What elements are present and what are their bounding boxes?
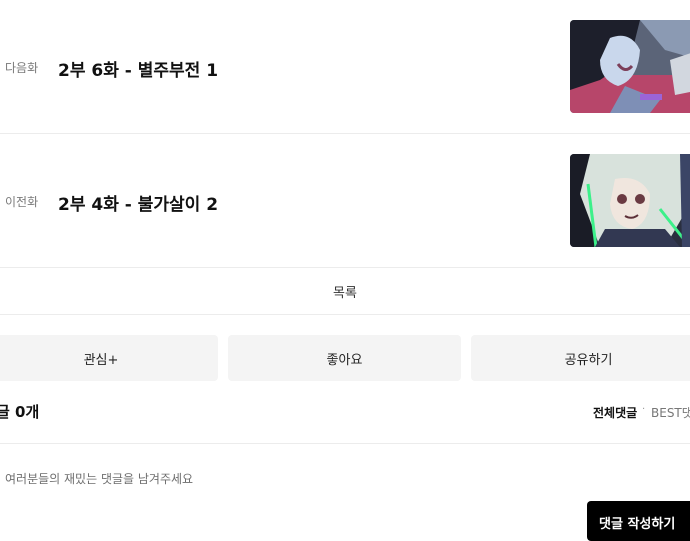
next-episode-row[interactable]: 다음화 2부 6화 - 별주부전 1 [0, 0, 690, 134]
sort-all-comments-tab[interactable]: 전체댓글 [593, 404, 637, 421]
sort-best-comments-tab[interactable]: BEST댓 [651, 404, 690, 421]
sort-separator: · [642, 404, 646, 415]
comment-count: 글 0개 [0, 403, 40, 421]
interest-button[interactable]: 관심+ [0, 335, 218, 381]
prev-episode-thumbnail[interactable] [570, 154, 690, 247]
next-episode-thumbnail[interactable] [570, 20, 690, 113]
episode-list-button[interactable]: 목록 [0, 268, 690, 315]
like-button[interactable]: 좋아요 [228, 335, 461, 381]
next-episode-tag: 다음화 [5, 61, 39, 75]
prev-episode-tag: 이전화 [5, 195, 39, 209]
comment-header: 글 0개 전체댓글 · BEST댓 [0, 395, 690, 444]
prev-episode-row[interactable]: 이전화 2부 4화 - 불가살이 2 [0, 134, 690, 268]
prev-episode-title[interactable]: 2부 4화 - 불가살이 2 [58, 190, 218, 215]
episode-list-label: 목록 [333, 285, 357, 301]
comment-submit-button[interactable]: 댓글 작성하기 [587, 501, 690, 541]
next-episode-title[interactable]: 2부 6화 - 별주부전 1 [58, 56, 218, 81]
comment-placeholder: 여러분들의 재밌는 댓글을 남겨주세요 [5, 472, 194, 486]
share-button[interactable]: 공유하기 [471, 335, 690, 381]
